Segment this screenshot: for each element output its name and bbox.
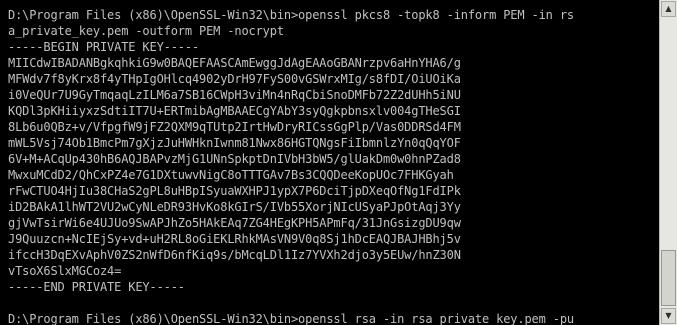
console-line: J9Quuzcn+NcIEjSy+vd+uH2RL8oGiEKLRhkMAsVN… [8,232,461,246]
console-line: D:\Program Files (x86)\OpenSSL-Win32\bin… [8,8,574,22]
scroll-thumb[interactable] [661,250,676,306]
console-line: KQDl3pKHiiyxzSdtiIT7U+ERTmibAgMBAAECgYAb… [8,104,461,118]
console-window[interactable]: D:\Program Files (x86)\OpenSSL-Win32\bin… [0,0,677,325]
console-line: rFwCTUO4HjIu38CHaS2gPL8uHBpISyuaWXHPJ1yp… [8,184,461,198]
console-line: i0VeQUr7U9GyTmqaqLzILM6a7SB16CWpH3viMn4n… [8,88,461,102]
console-line: D:\Program Files (x86)\OpenSSL-Win32\bin… [8,312,574,325]
console-line: MIICdwIBADANBgkqhkiG9w0BAQEFAASCAmEwggJd… [8,56,461,70]
console-line: 8Lb6u0QBz+v/VfpgfW9jFZ2QXM9qTUtp2IrtHwDr… [8,120,461,134]
console-line: ifccH3DqEXvAphV0ZS2nWfD6nfKiq9s/bMcqLDl1… [8,248,461,262]
console-output[interactable]: D:\Program Files (x86)\OpenSSL-Win32\bin… [0,0,659,325]
scroll-down-button[interactable]: ▼ [661,308,676,324]
scroll-up-button[interactable]: ▲ [661,1,676,17]
console-line: vTsoX6SlxMGCoz4= [8,264,122,278]
console-line: 6V+M+ACqUp430hB6AQJBAPvzMjG1UNnSpkptDnIV… [8,152,461,166]
console-line: iD2BAkA1lhWT2VU2wCyNLeDR93HvKo8kGIrS/IVb… [8,200,461,214]
console-line: a_private_key.pem -outform PEM -nocrypt [8,24,284,38]
vertical-scrollbar[interactable]: ▲ ▼ [659,0,677,325]
console-line: gjVwTsirWi6e4UJUo9SwAPJhZo5HAkEAq7ZG4HEg… [8,216,461,230]
arrow-down-icon: ▼ [665,311,672,320]
console-line: MwxuMCdD2/QhCxPZ4e7G1DXtuwvNigC8oTTTGAv7… [8,168,454,182]
console-line: MFWdv7f8yKrx8f4yTHpIgOHlcq4902yDrH97FyS0… [8,72,461,86]
arrow-up-icon: ▲ [665,4,672,13]
console-line: -----END PRIVATE KEY----- [8,280,185,294]
console-line: -----BEGIN PRIVATE KEY----- [8,40,200,54]
console-line: mWL5Vsj74Ob1BmcPm7gXjzJuHWHknIwnm81Nwx86… [8,136,461,150]
